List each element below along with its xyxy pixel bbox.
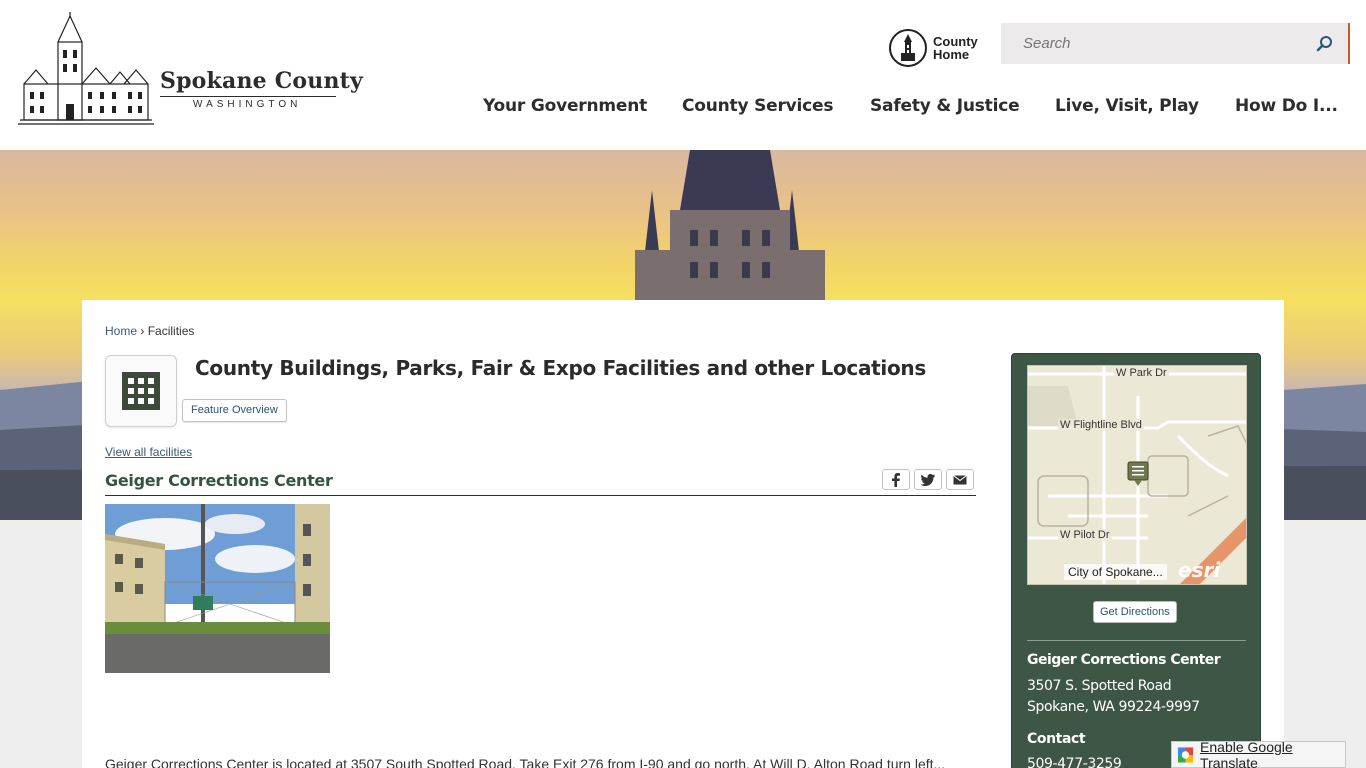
facility-divider (105, 495, 976, 496)
sidebar-phone[interactable]: 509-477-3259 (1027, 756, 1122, 768)
logo-divider (160, 96, 336, 97)
sidebar-address-line2: Spokane, WA 99224-9997 (1027, 699, 1200, 715)
site-header: Spokane County WASHINGTON County Home Se… (0, 0, 1366, 150)
sidebar-contact-heading: Contact (1027, 731, 1086, 747)
google-translate-button[interactable]: Enable Google Translate (1171, 738, 1346, 768)
map-attribution: City of Spokane... (1064, 564, 1167, 580)
twitter-share-icon[interactable] (914, 469, 942, 490)
breadcrumb-current: Facilities (147, 324, 195, 338)
google-translate-label: Enable Google Translate (1200, 738, 1293, 768)
map-street-label: W Park Dr (1114, 367, 1169, 379)
building-icon (105, 355, 177, 427)
content-panel: Home › Facilities County Buildings, Park… (82, 300, 1284, 768)
breadcrumb-home[interactable]: Home (105, 324, 137, 338)
nav-live-visit-play[interactable]: Live, Visit, Play (1055, 96, 1199, 116)
get-directions-button[interactable]: Get Directions (1093, 601, 1177, 623)
page-title: County Buildings, Parks, Fair & Expo Fac… (195, 356, 926, 380)
google-translate-icon (1178, 746, 1194, 763)
sidebar-facility-name: Geiger Corrections Center (1027, 652, 1221, 668)
search-input[interactable] (1001, 23, 1301, 64)
courthouse-logo-icon (18, 12, 154, 125)
sidebar-address-line1: 3507 S. Spotted Road (1027, 678, 1172, 694)
facility-photo (105, 504, 330, 673)
nav-your-government[interactable]: Your Government (483, 96, 647, 116)
facility-description: Geiger Corrections Center is located at … (105, 756, 946, 768)
county-home-line2: Home (933, 47, 970, 62)
email-share-icon[interactable] (946, 469, 974, 490)
county-home-label: County Home (933, 35, 983, 61)
main-navigation: Your Government County Services Safety &… (450, 96, 1366, 128)
breadcrumb: Home › Facilities (105, 324, 194, 338)
county-home-link[interactable]: County Home (889, 28, 989, 68)
nav-how-do-i[interactable]: How Do I... (1235, 96, 1338, 116)
sidebar-divider (1027, 640, 1246, 641)
search-icon[interactable] (1314, 33, 1336, 55)
courthouse-tower-icon (889, 29, 927, 67)
facility-map[interactable]: W Park Dr W Flightline Blvd W Pilot Dr C… (1027, 365, 1247, 585)
map-street-label: W Flightline Blvd (1058, 419, 1144, 431)
logo-subtitle: WASHINGTON (193, 99, 302, 110)
breadcrumb-separator: › (140, 324, 145, 338)
facebook-share-icon[interactable] (882, 469, 910, 490)
courthouse-tower-image (635, 150, 825, 300)
map-marker-icon (1127, 461, 1149, 486)
view-all-facilities-link[interactable]: View all facilities (105, 445, 192, 459)
facility-title: Geiger Corrections Center (105, 471, 333, 490)
nav-safety-justice[interactable]: Safety & Justice (870, 96, 1020, 116)
map-street-label: W Pilot Dr (1058, 529, 1112, 541)
nav-county-services[interactable]: County Services (682, 96, 833, 116)
logo-title: Spokane County (160, 68, 364, 94)
search-box (1001, 23, 1350, 64)
facility-sidebar: W Park Dr W Flightline Blvd W Pilot Dr C… (1011, 353, 1261, 768)
feature-overview-button[interactable]: Feature Overview (182, 399, 287, 422)
esri-logo: esri (1178, 558, 1221, 582)
